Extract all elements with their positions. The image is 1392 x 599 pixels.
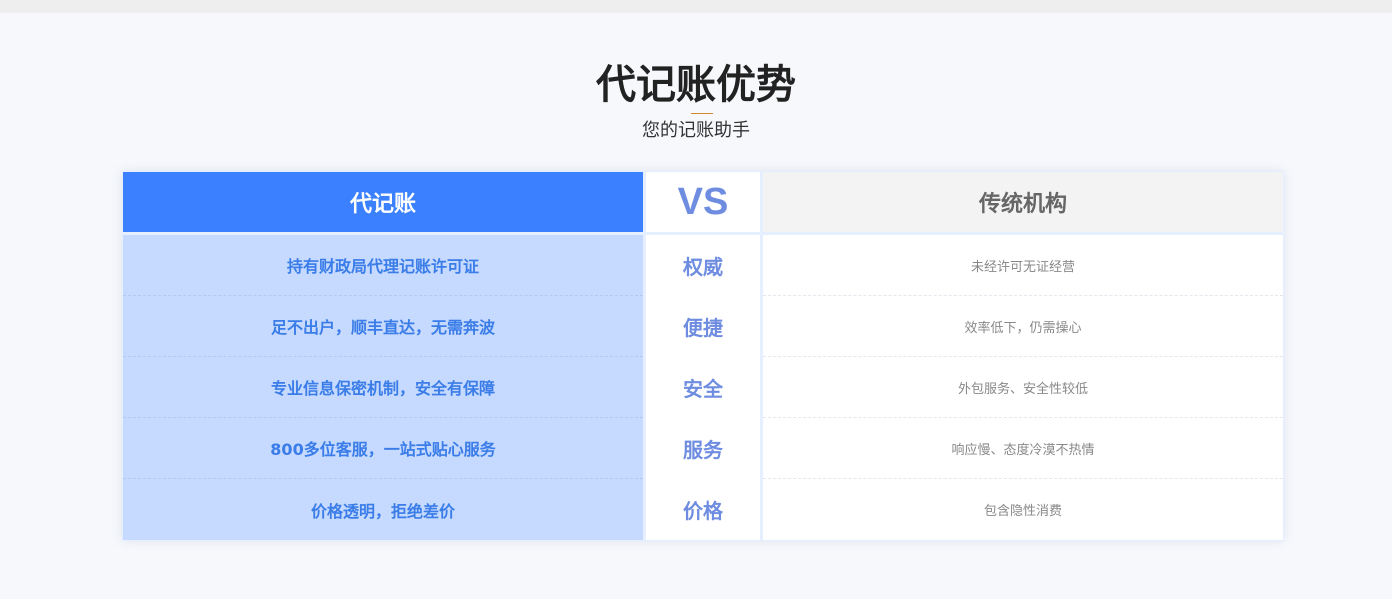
- section-subtitle: 您的记账助手: [642, 120, 750, 141]
- traditional-cell: 效率低下，仍需操心: [763, 296, 1283, 357]
- our-service-column: 代记账 持有财政局代理记账许可证 足不出户，顺丰直达，无需奔波 专业信息保密机制…: [123, 171, 643, 541]
- aspect-cell: 服务: [683, 437, 723, 462]
- traditional-agency-header: 传统机构: [763, 172, 1283, 232]
- our-advantage-cell: 持有财政局代理记账许可证: [123, 235, 643, 296]
- title-underline: [691, 113, 713, 114]
- aspect-cell: 价格: [683, 499, 723, 523]
- our-advantage-cell: 800多位客服，一站式贴心服务: [123, 418, 643, 479]
- advantages-section: 代记账优势 您的记账助手 代记账 持有财政局代理记账许可证 足不出户，顺丰直达，…: [0, 13, 1392, 599]
- traditional-cell: 响应慢、态度冷漠不热情: [763, 418, 1283, 479]
- aspect-cell: 权威: [683, 254, 723, 279]
- traditional-cell: 外包服务、安全性较低: [763, 357, 1283, 418]
- our-advantage-cell: 价格透明，拒绝差价: [310, 501, 455, 521]
- vs-label: VS: [646, 172, 760, 232]
- traditional-agency-column: 传统机构 未经许可无证经营 效率低下，仍需操心 外包服务、安全性较低 响应慢、态…: [763, 171, 1283, 541]
- aspect-cell: 安全: [683, 376, 723, 401]
- our-advantage-cell: 足不出户，顺丰直达，无需奔波: [123, 296, 643, 357]
- top-bar: [0, 0, 1392, 13]
- our-advantage-cell: 专业信息保密机制，安全有保障: [123, 357, 643, 418]
- traditional-cell: 包含隐性消费: [983, 504, 1062, 519]
- aspect-column: VS 权威 便捷 安全 服务 价格: [646, 171, 760, 541]
- section-title: 代记账优势: [596, 62, 796, 108]
- our-service-header: 代记账: [123, 172, 643, 232]
- comparison-table: 代记账 持有财政局代理记账许可证 足不出户，顺丰直达，无需奔波 专业信息保密机制…: [122, 171, 1284, 541]
- traditional-cell: 未经许可无证经营: [763, 235, 1283, 296]
- aspect-cell: 便捷: [683, 315, 723, 340]
